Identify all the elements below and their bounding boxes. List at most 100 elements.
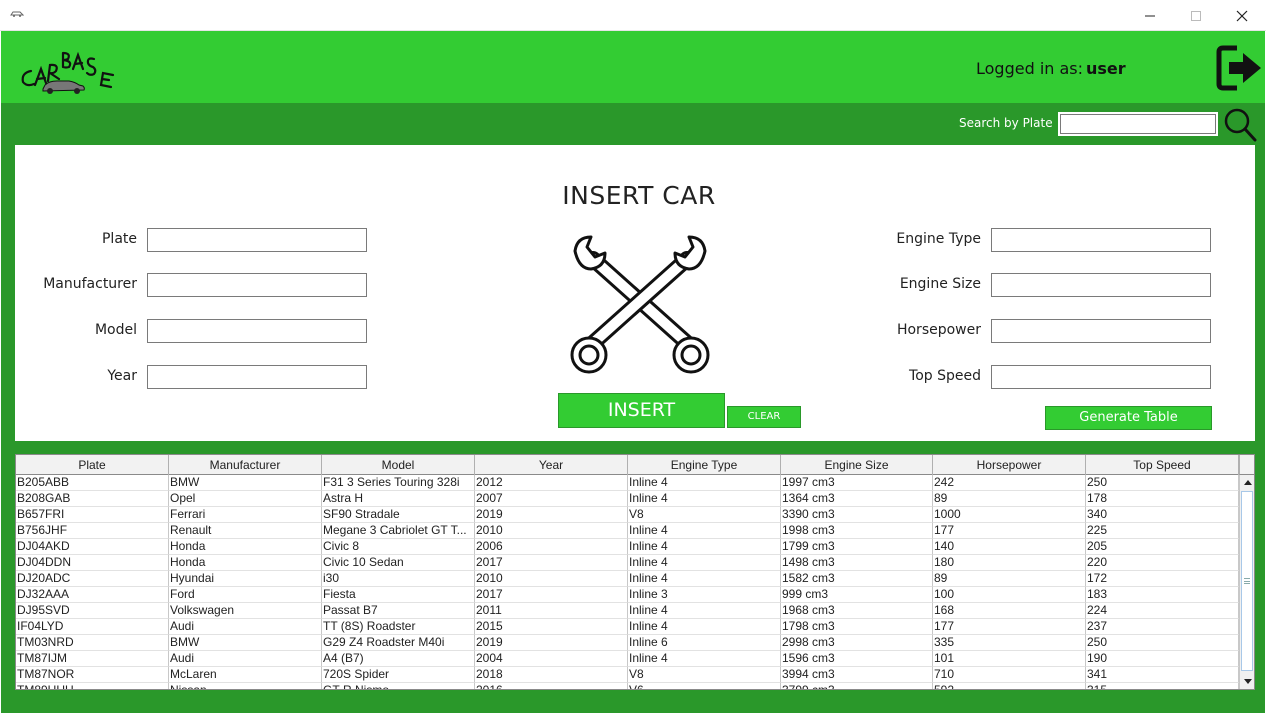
scroll-down-button[interactable]: [1240, 675, 1254, 689]
table-cell: 2018: [475, 667, 628, 683]
table-cell: 2006: [475, 539, 628, 555]
table-cell: 172: [1086, 571, 1239, 587]
table-cell: Hyundai: [169, 571, 322, 587]
minimize-button[interactable]: [1127, 0, 1173, 31]
search-icon: [1224, 108, 1257, 142]
table-row[interactable]: TM87IJM Audi A4 (B7) 2004 Inline 4 1596 cm3 10…: [16, 651, 1239, 667]
table-cell: McLaren: [169, 667, 322, 683]
table-row[interactable]: B657FRI Ferrari SF90 Stradale 2019 V8 3390 cm…: [16, 507, 1239, 523]
column-header-engine-type[interactable]: Engine Type: [628, 455, 781, 475]
clear-button[interactable]: CLEAR: [727, 406, 801, 428]
vertical-scrollbar[interactable]: [1239, 475, 1254, 689]
table-cell: 183: [1086, 587, 1239, 603]
table-cell: 2015: [475, 619, 628, 635]
scroll-up-button[interactable]: [1240, 475, 1254, 489]
table-cell: 89: [933, 571, 1086, 587]
search-bar: Search by Plate: [1, 103, 1265, 144]
model-input[interactable]: [147, 319, 367, 343]
table-cell: 2007: [475, 491, 628, 507]
year-input[interactable]: [147, 365, 367, 389]
top-speed-input[interactable]: [991, 365, 1211, 389]
table-cell: 140: [933, 539, 1086, 555]
table-header-corner: [1239, 455, 1254, 475]
table-row[interactable]: TM03NRD BMW G29 Z4 Roadster M40i 2019 Inline…: [16, 635, 1239, 651]
column-header-plate[interactable]: Plate: [16, 455, 169, 475]
table-cell: DJ04AKD: [16, 539, 169, 555]
table-cell: Ferrari: [169, 507, 322, 523]
table-cell: 1799 cm3: [781, 539, 933, 555]
column-header-horsepower[interactable]: Horsepower: [933, 455, 1086, 475]
logout-button[interactable]: [1215, 44, 1263, 92]
table-cell: 1582 cm3: [781, 571, 933, 587]
table-cell: V8: [628, 507, 781, 523]
table-cell: 2998 cm3: [781, 635, 933, 651]
table-cell: 220: [1086, 555, 1239, 571]
table-row[interactable]: DJ04DDN Honda Civic 10 Sedan 2017 Inline 4 14…: [16, 555, 1239, 571]
table-cell: TM03NRD: [16, 635, 169, 651]
manufacturer-input[interactable]: [147, 273, 367, 297]
table-cell: 2011: [475, 603, 628, 619]
search-plate-input[interactable]: [1058, 112, 1218, 136]
manufacturer-label: Manufacturer: [43, 276, 137, 292]
table-cell: 1798 cm3: [781, 619, 933, 635]
table-cell: Inline 3: [628, 587, 781, 603]
table-cell: 2010: [475, 523, 628, 539]
app-header: Logged in as: user: [1, 31, 1265, 103]
table-cell: Volkswagen: [169, 603, 322, 619]
table-cell: BMW: [169, 475, 322, 491]
table-row[interactable]: DJ04AKD Honda Civic 8 2006 Inline 4 1799 cm3 1…: [16, 539, 1239, 555]
column-header-top-speed[interactable]: Top Speed: [1086, 455, 1239, 475]
table-row[interactable]: DJ95SVD Volkswagen Passat B7 2011 Inline 4 19…: [16, 603, 1239, 619]
table-row[interactable]: B208GAB Opel Astra H 2007 Inline 4 1364 cm3 89…: [16, 491, 1239, 507]
scroll-thumb[interactable]: [1241, 491, 1253, 671]
table-cell: 340: [1086, 507, 1239, 523]
column-header-engine-size[interactable]: Engine Size: [781, 455, 933, 475]
table-row[interactable]: IF04LYD Audi TT (8S) Roadster 2015 Inline 41…: [16, 619, 1239, 635]
table-cell: Civic 8: [322, 539, 475, 555]
table-row[interactable]: TM89UUU Nissan GT-R Nismo 2016 V6 3799 cm3 592…: [16, 683, 1239, 689]
table-cell: 224: [1086, 603, 1239, 619]
table-cell: 592: [933, 683, 1086, 689]
chevron-up-icon: [1243, 480, 1252, 485]
table-cell: DJ32AAA: [16, 587, 169, 603]
table-cell: 2010: [475, 571, 628, 587]
column-header-manufacturer[interactable]: Manufacturer: [169, 455, 322, 475]
table-cell: V6: [628, 683, 781, 689]
table-cell: 1364 cm3: [781, 491, 933, 507]
table-cell: 205: [1086, 539, 1239, 555]
table-cell: 2017: [475, 587, 628, 603]
search-button[interactable]: [1223, 107, 1257, 143]
generate-table-button[interactable]: Generate Table: [1045, 406, 1212, 430]
maximize-button[interactable]: [1173, 0, 1219, 31]
table-cell: 1000: [933, 507, 1086, 523]
column-header-year[interactable]: Year: [475, 455, 628, 475]
table-cell: DJ20ADC: [16, 571, 169, 587]
table-cell: 3799 cm3: [781, 683, 933, 689]
table-cell: 3390 cm3: [781, 507, 933, 523]
table-cell: Inline 4: [628, 491, 781, 507]
table-cell: 2019: [475, 507, 628, 523]
table-cell: Ford: [169, 587, 322, 603]
table-cell: TM87NOR: [16, 667, 169, 683]
table-row[interactable]: TM87NOR McLaren 720S Spider 2018 V8 3994 cm3 7…: [16, 667, 1239, 683]
table-cell: 720S Spider: [322, 667, 475, 683]
engine-type-input[interactable]: [991, 228, 1211, 252]
table-row[interactable]: DJ32AAA Ford Fiesta 2017 Inline 3 999 cm3 100 1…: [16, 587, 1239, 603]
table-cell: B756JHF: [16, 523, 169, 539]
username-label: user: [1086, 59, 1126, 78]
minimize-icon: [1145, 15, 1155, 16]
table-row[interactable]: B756JHF Renault Megane 3 Cabriolet GT T...…: [16, 523, 1239, 539]
engine-size-input[interactable]: [991, 273, 1211, 297]
column-header-model[interactable]: Model: [322, 455, 475, 475]
table-cell: 710: [933, 667, 1086, 683]
table-body: B205ABB BMW F31 3 Series Touring 328i 2012 I…: [16, 475, 1239, 689]
table-cell: Megane 3 Cabriolet GT T...: [322, 523, 475, 539]
table-cell: 341: [1086, 667, 1239, 683]
plate-input[interactable]: [147, 228, 367, 252]
insert-button[interactable]: INSERT: [558, 393, 725, 428]
table-cell: F31 3 Series Touring 328i: [322, 475, 475, 491]
horsepower-input[interactable]: [991, 319, 1211, 343]
table-row[interactable]: DJ20ADC Hyundai i30 2010 Inline 4 1582 cm3 89 1…: [16, 571, 1239, 587]
close-button[interactable]: [1219, 0, 1265, 31]
table-row[interactable]: B205ABB BMW F31 3 Series Touring 328i 2012 I…: [16, 475, 1239, 491]
